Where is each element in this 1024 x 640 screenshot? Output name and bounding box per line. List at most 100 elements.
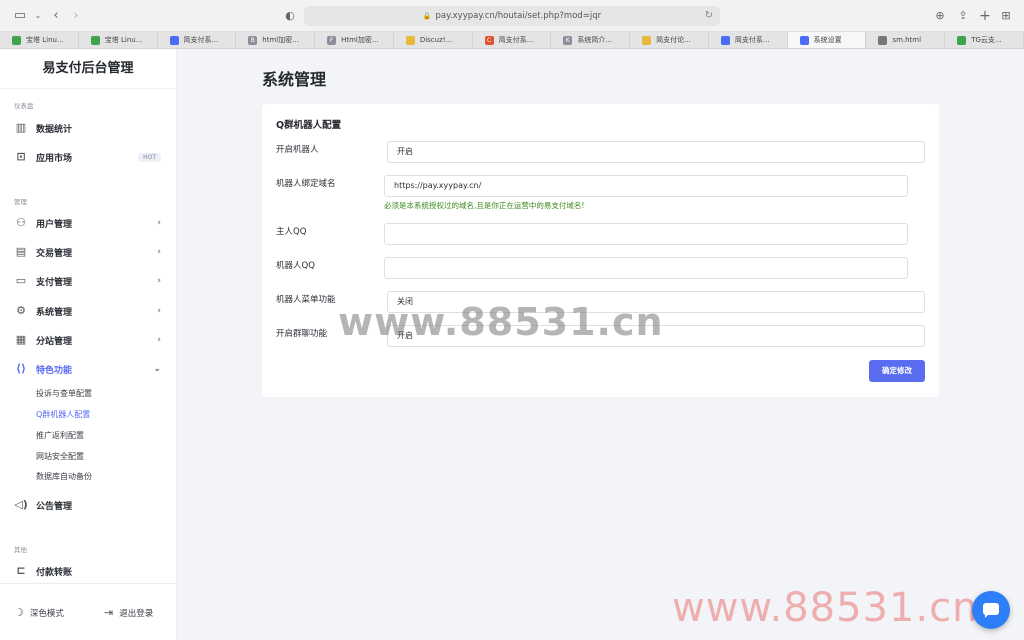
sidebar-item-stats[interactable]: ▥ 数据统计 [0,117,177,139]
dark-mode-label: 深色模式 [29,608,64,619]
sidebar-item-transfer[interactable]: ⊏ 付款转账 [0,560,177,582]
sub-item-security[interactable]: 网站安全配置 [36,451,84,462]
browser-tab[interactable]: 宝塔 Linu... [0,32,79,48]
sub-item-rebate[interactable]: 推广返利配置 [36,430,84,441]
bar-chart-icon: ▥ [15,121,27,134]
url-text: pay.xyypay.cn/houtai/set.php?mod=jqr [435,11,602,21]
chat-button[interactable] [972,591,1010,629]
lock-icon: 🔒 [422,12,432,20]
sidebar-item-system[interactable]: ⚙ 系统管理 › [0,300,177,322]
browser-tab[interactable]: C 简支付系... [473,32,552,48]
bind-domain-input[interactable]: https://pay.xyypay.cn/ [384,175,908,197]
card-icon: ▭ [15,274,27,287]
enable-robot-select[interactable]: 开启 [387,141,925,163]
browser-tab[interactable]: 系统设置 [787,32,867,48]
sidebar-item-label: 用户管理 [36,219,73,230]
browser-tab-label: 简支付论... [656,36,691,44]
browser-tab-label: Html加密... [341,36,379,44]
sidebar-item-users[interactable]: ⚇ 用户管理 › [0,212,177,234]
card-title: Q群机器人配置 [276,120,342,131]
group-label-other: 其他 [14,546,27,554]
wallet-icon: ⊏ [16,564,26,577]
browser-toolbar: ▭ ⌄ ‹ › ◐ 🔒 pay.xyypay.cn/houtai/set.php?… [0,0,1024,32]
browser-tab[interactable]: TG云支... [945,32,1024,48]
browser-tab-label: html加密... [262,36,299,44]
chevron-down-icon: ⌄ [153,364,161,374]
chevron-right-icon: › [157,247,161,257]
chevron-right-icon: › [157,276,161,286]
favicon-icon: F [327,35,337,45]
gear-icon: ⚙ [16,304,26,317]
browser-tab[interactable]: Bhtml加密... [236,32,316,48]
sidebar-item-payment[interactable]: ▭ 支付管理 › [0,270,177,292]
logout-button[interactable]: ⇥ 退出登录 [104,606,153,619]
robot-menu-label: 机器人菜单功能 [276,295,336,305]
browser-tab[interactable]: 简支付论... [630,32,709,48]
chevron-right-icon: › [157,218,161,228]
browser-tab[interactable]: 宝塔 Linu... [79,32,158,48]
map-icon: ⊡ [16,150,26,163]
share-icon[interactable]: ⇪ [955,8,971,24]
store-icon: ▦ [15,333,27,346]
chevron-down-icon[interactable]: ⌄ [30,8,46,24]
browser-tab[interactable]: sm.html [866,32,946,48]
back-icon[interactable]: ‹ [48,8,64,24]
sidebar-item-label: 数据统计 [36,124,73,135]
sidebar-item-label: 应用市场 [36,153,73,164]
moon-icon: ☽ [14,606,24,619]
browser-tab-label: 简支付系... [183,36,219,44]
browser-tab[interactable]: F Html加密... [315,32,394,48]
group-chat-label: 开启群聊功能 [276,329,328,339]
sub-item-backup[interactable]: 数据库自动备份 [36,471,92,482]
sidebar-item-label: 交易管理 [36,248,73,259]
robot-qq-label: 机器人QQ [276,261,315,271]
robot-qq-input[interactable] [384,257,908,279]
sidebar-item-notice[interactable]: ◁) 公告管理 [0,494,177,516]
sidebar-item-label: 特色功能 [36,365,73,376]
reload-icon[interactable]: ↻ [705,6,713,26]
new-tab-icon[interactable]: + [977,8,993,24]
browser-tab[interactable]: 简支付系... [158,32,237,48]
favicon-icon [642,35,652,45]
owner-qq-label: 主人QQ [276,227,307,237]
sidebar-item-market[interactable]: ⊡ 应用市场 HOT [0,146,177,168]
sidebar-item-trade[interactable]: ▤ 交易管理 › [0,241,177,263]
tab-bar: 宝塔 Linu... 宝塔 Linu... 简支付系... Bhtml加密... F Ht… [0,32,1024,49]
sub-item-qq-robot[interactable]: Q群机器人配置 [36,409,90,420]
favicon-icon [720,35,730,45]
favicon-icon: K [563,35,573,45]
favicon-icon [169,35,179,45]
code-icon: ⟨⟩ [15,362,27,375]
sidebar-footer: ☽ 深色模式 ⇥ 退出登录 [0,583,177,640]
privacy-shield-icon[interactable]: ◐ [282,8,298,24]
sidebar-item-substation[interactable]: ▦ 分站管理 › [0,329,177,351]
sidebar-item-label: 系统管理 [36,307,73,318]
browser-tab-label: 简支付系... [734,36,770,44]
owner-qq-input[interactable] [384,223,908,245]
sidebar-toggle-icon[interactable]: ▭ [12,8,28,24]
brand-title: 易支付后台管理 [0,49,176,89]
browser-tab[interactable]: Discuz!... [394,32,473,48]
address-bar[interactable]: 🔒 pay.xyypay.cn/houtai/set.php?mod=jqr ↻ [304,6,720,26]
favicon-icon [405,35,415,45]
browser-tab[interactable]: 简支付系... [709,32,788,48]
robot-config-card: Q群机器人配置 开启机器人 开启 机器人绑定域名 https://pay.xyy… [262,104,939,397]
sidebar-item-label: 支付管理 [36,277,73,288]
document-icon: ▤ [15,245,27,258]
browser-tab[interactable]: K 系统简介... [551,32,631,48]
dark-mode-button[interactable]: ☽ 深色模式 [14,606,64,619]
tab-overview-icon[interactable]: ⊞ [998,8,1014,24]
users-icon: ⚇ [16,216,26,229]
sidebar-item-features[interactable]: ⟨⟩ 特色功能 ⌄ [0,358,177,380]
download-icon[interactable]: ⊕ [932,8,948,24]
submit-button[interactable]: 确定修改 [869,360,925,382]
forward-icon[interactable]: › [68,8,84,24]
sidebar: 易支付后台管理 仪表盘 ▥ 数据统计 ⊡ 应用市场 HOT 管理 ⚇ 用户管理 … [0,49,177,640]
sidebar-item-label: 分站管理 [36,336,73,347]
browser-tab-label: TG云支... [971,36,1002,44]
chevron-right-icon: › [157,335,161,345]
sub-item-complaint[interactable]: 投诉与查单配置 [36,388,92,399]
watermark-corner: www.88531.cn [672,585,979,631]
chevron-right-icon: › [157,306,161,316]
browser-tab-label: Discuz!... [419,36,453,44]
